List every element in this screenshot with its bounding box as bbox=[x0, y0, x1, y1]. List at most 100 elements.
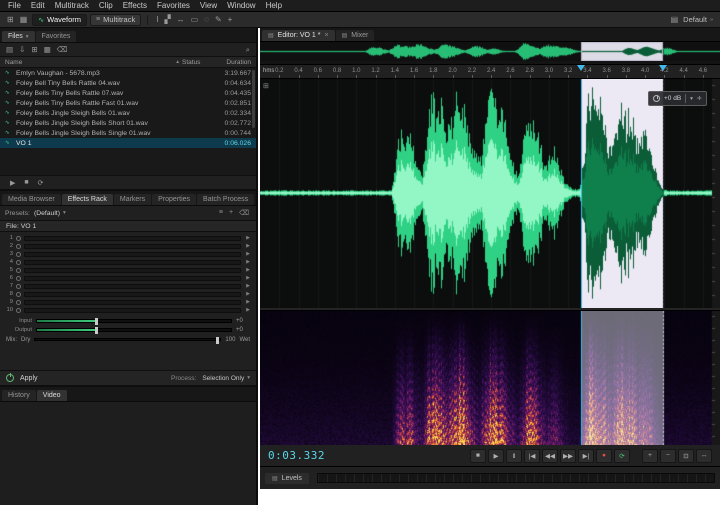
slot-power-toggle[interactable] bbox=[16, 244, 21, 249]
slot-well[interactable] bbox=[24, 308, 241, 313]
effect-slot[interactable]: 4▶ bbox=[4, 258, 252, 266]
tab-video[interactable]: Video bbox=[37, 390, 67, 401]
gain-value[interactable]: +0 dB bbox=[664, 95, 681, 102]
slot-power-toggle[interactable] bbox=[16, 284, 21, 289]
close-icon[interactable]: × bbox=[324, 32, 328, 39]
effect-slot[interactable]: 8▶ bbox=[4, 290, 252, 298]
apply-button[interactable]: Apply bbox=[20, 375, 38, 382]
file-row[interactable]: ∿VO 10:06.026 bbox=[0, 138, 256, 148]
effect-slot[interactable]: 1▶ bbox=[4, 234, 252, 242]
menu-favorites[interactable]: Favorites bbox=[152, 0, 195, 12]
tab-favorites[interactable]: Favorites bbox=[36, 31, 77, 42]
menu-file[interactable]: File bbox=[3, 0, 26, 12]
column-duration[interactable]: Duration bbox=[211, 59, 251, 66]
waveform-view-button[interactable]: ∿Waveform bbox=[32, 14, 87, 26]
paintbrush-tool-icon[interactable]: ✎ bbox=[213, 13, 224, 27]
panel-grid-icon[interactable]: ⊞ bbox=[5, 13, 16, 27]
slot-well[interactable] bbox=[24, 292, 241, 297]
file-row[interactable]: ∿Foley Bell Tiny Bells Rattle 04.wav0:04… bbox=[0, 78, 256, 88]
effect-slot[interactable]: 9▶ bbox=[4, 298, 252, 306]
effect-slot[interactable]: 5▶ bbox=[4, 266, 252, 274]
slot-power-toggle[interactable] bbox=[16, 260, 21, 265]
slider-handle[interactable] bbox=[95, 327, 98, 334]
menu-window[interactable]: Window bbox=[222, 0, 260, 12]
slot-power-toggle[interactable] bbox=[16, 292, 21, 297]
tab-media-browser[interactable]: Media Browser bbox=[2, 194, 61, 205]
slot-arrow-icon[interactable]: ▶ bbox=[244, 243, 252, 249]
file-row[interactable]: ∿Foley Bells Tiny Bells Rattle 07.wav0:0… bbox=[0, 88, 256, 98]
slot-arrow-icon[interactable]: ▶ bbox=[244, 275, 252, 281]
mix-slider[interactable] bbox=[34, 338, 221, 341]
slip-tool-icon[interactable]: ↔ bbox=[175, 13, 187, 27]
slot-power-toggle[interactable] bbox=[16, 308, 21, 313]
menu-edit[interactable]: Edit bbox=[26, 0, 50, 12]
overview-waveform[interactable] bbox=[260, 42, 720, 61]
channel-grid-icon[interactable]: ⊞ bbox=[263, 82, 269, 90]
gain-slider[interactable] bbox=[36, 328, 232, 332]
effect-slot[interactable]: 6▶ bbox=[4, 274, 252, 282]
file-row[interactable]: ∿Foley Bells Jingle Sleigh Bells Single … bbox=[0, 128, 256, 138]
slot-arrow-icon[interactable]: ▶ bbox=[244, 307, 252, 313]
column-status[interactable]: Status bbox=[182, 59, 208, 66]
process-dropdown[interactable]: Selection Only ▾ bbox=[202, 375, 250, 382]
slot-power-toggle[interactable] bbox=[16, 276, 21, 281]
fast-forward-button[interactable]: ▶▶ bbox=[560, 449, 576, 463]
waveform-display[interactable] bbox=[260, 79, 720, 308]
preset-dropdown[interactable]: (Default) ▾ bbox=[34, 210, 66, 217]
slot-arrow-icon[interactable]: ▶ bbox=[244, 251, 252, 257]
spectrogram-display[interactable] bbox=[260, 311, 720, 445]
tab-editor-vo-1-[interactable]: ▤Editor: VO 1 *× bbox=[262, 30, 335, 41]
mix-slider-thumb[interactable] bbox=[216, 337, 219, 344]
slot-well[interactable] bbox=[24, 252, 241, 257]
menu-multitrack[interactable]: Multitrack bbox=[50, 0, 94, 12]
file-row[interactable]: ∿Emlyn Vaughan - 5678.mp33:19.667 bbox=[0, 68, 256, 78]
preset-menu-icon[interactable]: ≡ bbox=[217, 209, 225, 217]
save-preset-icon[interactable]: + bbox=[227, 209, 235, 217]
slot-well[interactable] bbox=[24, 276, 241, 281]
stop-button[interactable]: ■ bbox=[470, 449, 486, 463]
multitrack-view-button[interactable]: ≡Multitrack bbox=[90, 14, 141, 26]
gain-hud[interactable]: +0 dB ▾ ✛ bbox=[648, 91, 707, 106]
open-file-icon[interactable]: ▤ bbox=[6, 45, 13, 54]
slot-power-toggle[interactable] bbox=[16, 268, 21, 273]
preview-play-icon[interactable]: ▶ bbox=[10, 179, 15, 187]
new-item-icon[interactable]: ⊞ bbox=[31, 45, 37, 54]
slot-arrow-icon[interactable]: ▶ bbox=[244, 283, 252, 289]
delete-preset-icon[interactable]: ⌫ bbox=[237, 209, 251, 217]
tab-files[interactable]: Files▾ bbox=[2, 31, 35, 42]
layout-icon[interactable]: ▦ bbox=[18, 13, 30, 27]
levels-tab[interactable]: ▤ Levels bbox=[265, 473, 309, 484]
menu-clip[interactable]: Clip bbox=[94, 0, 118, 12]
search-icon[interactable]: ⌕ bbox=[246, 45, 250, 55]
effect-slot[interactable]: 3▶ bbox=[4, 250, 252, 258]
insert-multitrack-icon[interactable]: ▦ bbox=[44, 45, 51, 54]
time-selection-tool-icon[interactable]: I bbox=[154, 13, 160, 27]
slot-power-toggle[interactable] bbox=[16, 236, 21, 241]
preview-loop-icon[interactable]: ⟳ bbox=[38, 179, 44, 187]
file-list-scrollbar[interactable] bbox=[252, 70, 255, 128]
effect-slot[interactable]: 7▶ bbox=[4, 282, 252, 290]
slot-well[interactable] bbox=[24, 260, 241, 265]
column-name[interactable]: Name bbox=[5, 59, 173, 66]
effect-slot[interactable]: 2▶ bbox=[4, 242, 252, 250]
menu-effects[interactable]: Effects bbox=[118, 0, 152, 12]
zoom-out-button[interactable]: − bbox=[660, 449, 676, 463]
zoom-full-button[interactable]: ↔ bbox=[696, 449, 712, 463]
menu-view[interactable]: View bbox=[195, 0, 222, 12]
gain-slider[interactable] bbox=[36, 319, 232, 323]
import-file-icon[interactable]: ⇩ bbox=[19, 45, 25, 54]
zoom-in-button[interactable]: + bbox=[642, 449, 658, 463]
file-row[interactable]: ∿Foley Bells Jingle Sleigh Bells Short 0… bbox=[0, 118, 256, 128]
tab-batch-process[interactable]: Batch Process bbox=[197, 194, 254, 205]
preview-stop-icon[interactable]: ■ bbox=[24, 179, 28, 186]
effect-slot[interactable]: 10▶ bbox=[4, 306, 252, 314]
timeline-ruler[interactable]: hms 0.20.40.60.81.01.21.41.61.82.02.22.4… bbox=[260, 65, 720, 79]
gain-knob-icon[interactable] bbox=[653, 95, 660, 102]
slider-handle[interactable] bbox=[95, 318, 98, 325]
record-button[interactable]: ● bbox=[596, 449, 612, 463]
play-button[interactable]: ▶ bbox=[488, 449, 504, 463]
tab-properties[interactable]: Properties bbox=[152, 194, 196, 205]
marquee-tool-icon[interactable]: ▭ bbox=[189, 13, 201, 27]
loop-button[interactable]: ⟳ bbox=[614, 449, 630, 463]
slot-arrow-icon[interactable]: ▶ bbox=[244, 259, 252, 265]
